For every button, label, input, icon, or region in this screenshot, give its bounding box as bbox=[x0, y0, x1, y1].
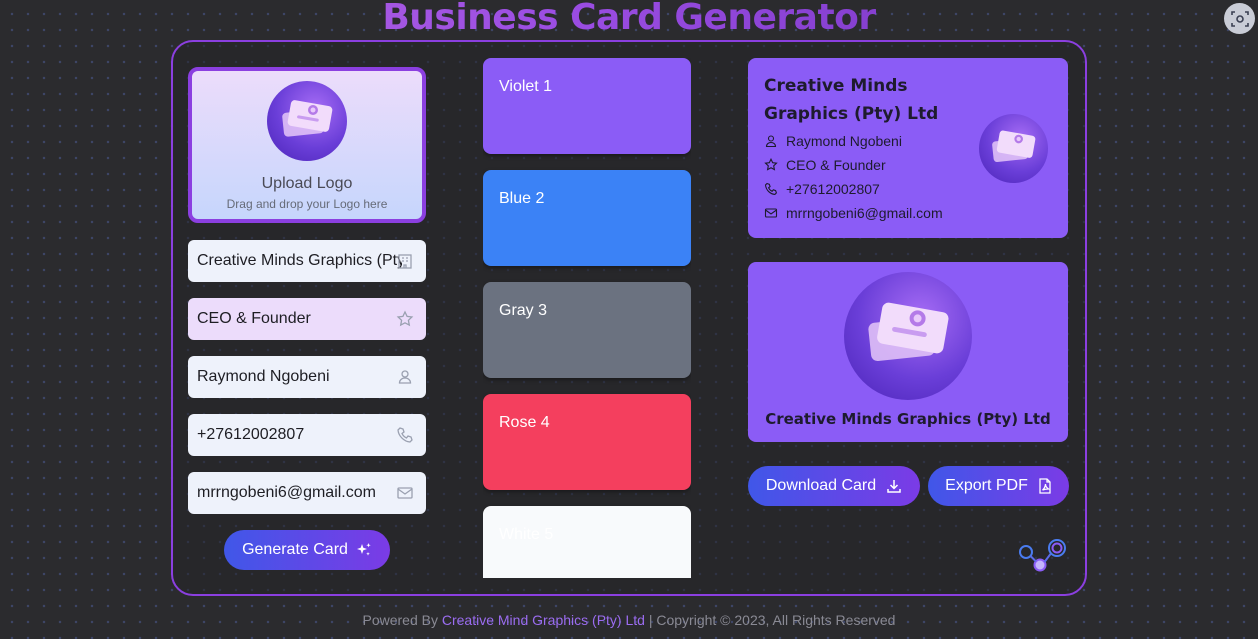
card-back-company: Creative Minds Graphics (Pty) Ltd bbox=[765, 410, 1051, 428]
phone-value: +27612002807 bbox=[197, 426, 305, 443]
sparkles-icon bbox=[356, 543, 371, 556]
title-field[interactable]: CEO & Founder bbox=[188, 298, 426, 340]
footer-copyright: | Copyright © 2023, All Rights Reserved bbox=[648, 612, 896, 628]
mail-icon bbox=[397, 487, 413, 499]
card-back-logo-icon bbox=[844, 272, 972, 400]
swatch-rose[interactable]: Rose 4 bbox=[483, 394, 691, 490]
building-icon bbox=[398, 254, 412, 269]
footer: Powered By Creative Mind Graphics (Pty) … bbox=[0, 612, 1258, 628]
download-icon bbox=[887, 480, 901, 493]
title-value: CEO & Founder bbox=[197, 310, 311, 327]
user-icon bbox=[398, 370, 412, 384]
pdf-file-icon bbox=[1039, 478, 1051, 494]
company-field[interactable]: Creative Minds Graphics (Pty) Ltd bbox=[188, 240, 426, 282]
download-card-button[interactable]: Download Card bbox=[748, 466, 920, 506]
screenshot-capture-icon[interactable] bbox=[1224, 3, 1255, 34]
download-card-label: Download Card bbox=[765, 477, 877, 494]
swatch-label: Violet 1 bbox=[499, 78, 553, 95]
card-phone-line: +27612002807 bbox=[764, 181, 880, 197]
company-value: Creative Minds Graphics (Pty) Ltd bbox=[197, 252, 402, 269]
star-icon bbox=[764, 158, 778, 171]
upload-title: Upload Logo bbox=[261, 175, 353, 192]
email-value: mrrngobeni6@gmail.com bbox=[197, 484, 376, 501]
card-back-preview: Creative Minds Graphics (Pty) Ltd bbox=[748, 262, 1068, 442]
swatch-label: White 5 bbox=[499, 526, 554, 543]
name-field[interactable]: Raymond Ngobeni bbox=[188, 356, 426, 398]
email-field[interactable]: mrrngobeni6@gmail.com bbox=[188, 472, 426, 514]
name-value: Raymond Ngobeni bbox=[197, 368, 330, 385]
card-email: mrrngobeni6@gmail.com bbox=[786, 205, 943, 221]
swatch-label: Gray 3 bbox=[499, 302, 548, 319]
footer-prefix: Powered By bbox=[362, 612, 438, 628]
export-pdf-label: Export PDF bbox=[945, 477, 1028, 494]
swatch-gray[interactable]: Gray 3 bbox=[483, 282, 691, 378]
generate-card-button[interactable]: Generate Card bbox=[224, 530, 390, 570]
swatch-label: Rose 4 bbox=[499, 414, 550, 431]
card-title: CEO & Founder bbox=[786, 157, 886, 173]
star-icon bbox=[396, 310, 414, 327]
card-company: Creative Minds Graphics (Pty) Ltd bbox=[764, 76, 939, 124]
page-title: Business Card Generator bbox=[0, 0, 1258, 40]
generate-card-label: Generate Card bbox=[242, 541, 348, 558]
mail-icon bbox=[764, 208, 778, 218]
phone-icon bbox=[764, 182, 778, 195]
card-phone: +27612002807 bbox=[786, 181, 880, 197]
phone-icon bbox=[397, 427, 413, 443]
swatch-violet[interactable]: Violet 1 bbox=[483, 58, 691, 154]
phone-field[interactable]: +27612002807 bbox=[188, 414, 426, 456]
upload-subtitle: Drag and drop your Logo here bbox=[226, 197, 388, 211]
card-name-line: Raymond Ngobeni bbox=[764, 133, 902, 149]
logo-placeholder-icon bbox=[267, 81, 347, 161]
export-pdf-button[interactable]: Export PDF bbox=[928, 466, 1069, 506]
card-front-preview: Creative Minds Graphics (Pty) Ltd Raymon… bbox=[748, 58, 1068, 238]
card-name: Raymond Ngobeni bbox=[786, 133, 902, 149]
user-icon bbox=[765, 135, 777, 148]
footer-brand-link[interactable]: Creative Mind Graphics (Pty) Ltd bbox=[442, 612, 645, 628]
share-nodes-icon[interactable] bbox=[1016, 538, 1068, 574]
swatch-white[interactable]: White 5 bbox=[483, 506, 691, 578]
swatch-label: Blue 2 bbox=[499, 190, 545, 207]
color-swatch-list[interactable]: Violet 1 Blue 2 Gray 3 Rose 4 White 5 bbox=[483, 58, 691, 578]
card-title-line: CEO & Founder bbox=[764, 157, 886, 173]
card-email-line: mrrngobeni6@gmail.com bbox=[764, 205, 943, 221]
card-logo-icon bbox=[979, 114, 1048, 183]
logo-upload-dropzone[interactable]: Upload Logo Drag and drop your Logo here bbox=[188, 67, 426, 223]
swatch-blue[interactable]: Blue 2 bbox=[483, 170, 691, 266]
